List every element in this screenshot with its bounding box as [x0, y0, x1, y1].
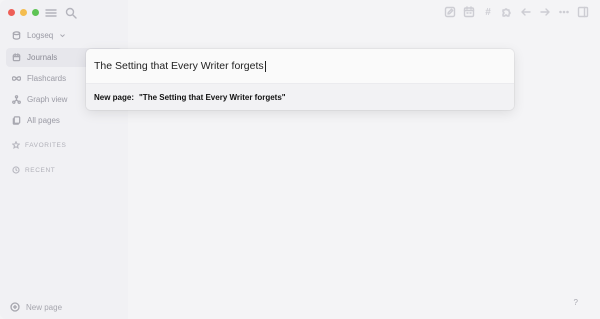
sidebar-item-all-pages[interactable]: All pages: [6, 111, 122, 130]
search-icon[interactable]: [64, 6, 78, 20]
star-icon: [12, 141, 20, 149]
recent-label: RECENT: [25, 166, 56, 174]
new-page-button[interactable]: New page: [10, 302, 62, 312]
search-input[interactable]: The Setting that Every Writer forgets: [94, 60, 266, 72]
graph-selector[interactable]: Logseq: [6, 26, 122, 45]
chevron-down-icon: [60, 34, 65, 38]
new-page-label: New page: [26, 302, 63, 312]
search-dialog: The Setting that Every Writer forgets Ne…: [86, 49, 514, 110]
text-caret: [264, 60, 266, 72]
sidebar-top-icons: [44, 6, 78, 20]
maximize-window-button[interactable]: [32, 9, 39, 16]
calendar-icon: [12, 53, 21, 62]
left-sidebar: Logseq Journals Flashcards Graph view Al…: [0, 0, 128, 319]
sidebar-item-label: Flashcards: [27, 74, 67, 83]
help-button[interactable]: ?: [574, 298, 578, 307]
plus-circle-icon: [10, 302, 20, 312]
database-icon: [12, 31, 21, 40]
infinity-icon: [12, 76, 21, 81]
graph-icon: [12, 95, 21, 104]
minimize-window-button[interactable]: [20, 9, 27, 16]
search-row: The Setting that Every Writer forgets: [86, 49, 514, 83]
graph-name: Logseq: [27, 31, 54, 40]
result-value: "The Setting that Every Writer forgets": [139, 92, 286, 102]
result-label: New page:: [94, 92, 135, 102]
menu-icon[interactable]: [44, 6, 58, 20]
close-window-button[interactable]: [8, 9, 15, 16]
pages-icon: [12, 116, 21, 125]
sidebar-item-label: Journals: [27, 53, 58, 62]
recent-section[interactable]: RECENT: [12, 166, 55, 174]
favorites-section[interactable]: FAVORITES: [12, 141, 66, 149]
sidebar-item-label: Graph view: [27, 95, 68, 104]
window-controls: [8, 9, 39, 16]
app-window: Logseq Journals Flashcards Graph view Al…: [0, 0, 600, 319]
favorites-label: FAVORITES: [25, 141, 67, 149]
sidebar-item-label: All pages: [27, 116, 60, 125]
history-icon: [12, 166, 20, 174]
main-content: [128, 0, 600, 319]
search-query: The Setting that Every Writer forgets: [94, 60, 264, 72]
new-page-result[interactable]: New page: "The Setting that Every Writer…: [86, 83, 514, 110]
